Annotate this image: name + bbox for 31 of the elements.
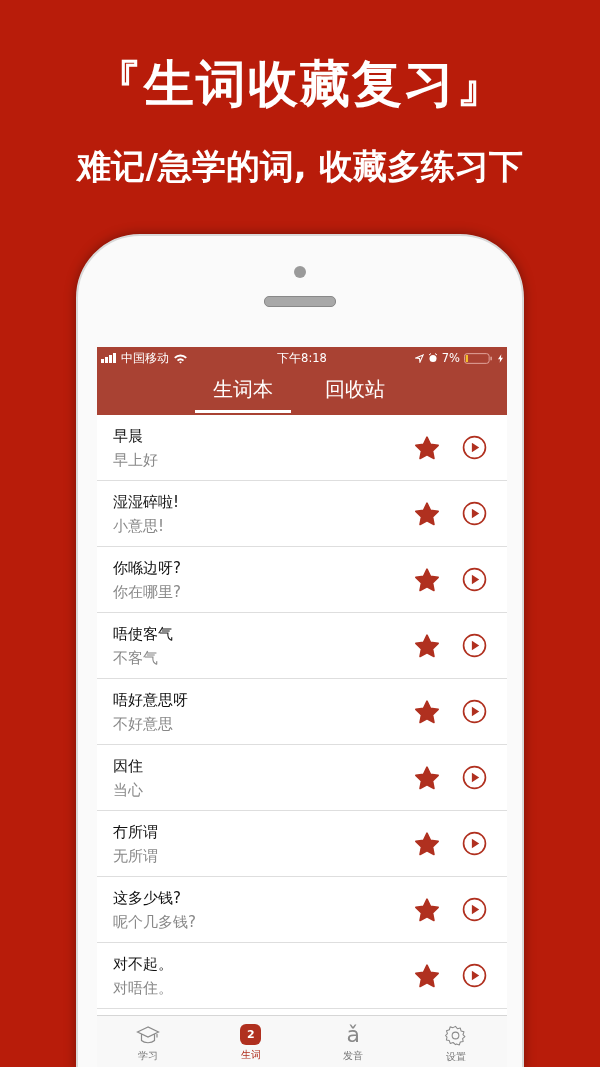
tab[interactable]: 生词本: [195, 369, 291, 413]
word-text: 早晨: [113, 425, 144, 447]
tab-bar-item[interactable]: 设置: [404, 1016, 507, 1067]
meaning-text: 早上好: [113, 449, 159, 471]
word-text: 冇所谓: [113, 821, 159, 843]
word-text: 因住: [113, 755, 144, 777]
meaning-text: 你在哪里?: [113, 581, 182, 603]
word-text: 湿湿碎啦!: [113, 491, 180, 513]
tab-bar-item[interactable]: ǎ 发音: [302, 1016, 405, 1067]
meaning-text: 对唔住。: [113, 977, 174, 999]
subheadline: 难记/急学的词, 收藏多练习下: [77, 145, 523, 188]
letter-icon: ǎ: [346, 1024, 360, 1046]
meaning-text: 不客气: [113, 647, 159, 669]
tab-bar-item[interactable]: 学习: [97, 1016, 200, 1067]
tab[interactable]: 回收站: [301, 369, 409, 413]
word-text: 唔使客气: [113, 623, 174, 645]
meaning-text: 小意思!: [113, 515, 165, 537]
word-text: 这多少钱?: [113, 887, 182, 909]
meaning-text: 不好意思: [113, 713, 174, 735]
word-text: 你喺边呀?: [113, 557, 182, 579]
carrier-name: 中国移动: [121, 350, 169, 366]
word-text: 唔好意思呀: [113, 689, 189, 711]
headline: 『生词收藏复习』: [92, 54, 508, 115]
status-time: 下午8:18: [277, 350, 327, 366]
battery-percent: 7%: [441, 351, 460, 365]
word-text: 对不起。: [113, 953, 174, 975]
review-icon: 2: [240, 1024, 262, 1045]
meaning-text: 呢个几多钱?: [113, 911, 197, 933]
meaning-text: 当心: [113, 779, 144, 801]
meaning-text: 无所谓: [113, 845, 159, 867]
tab-bar-item[interactable]: 2 生词: [199, 1016, 302, 1067]
